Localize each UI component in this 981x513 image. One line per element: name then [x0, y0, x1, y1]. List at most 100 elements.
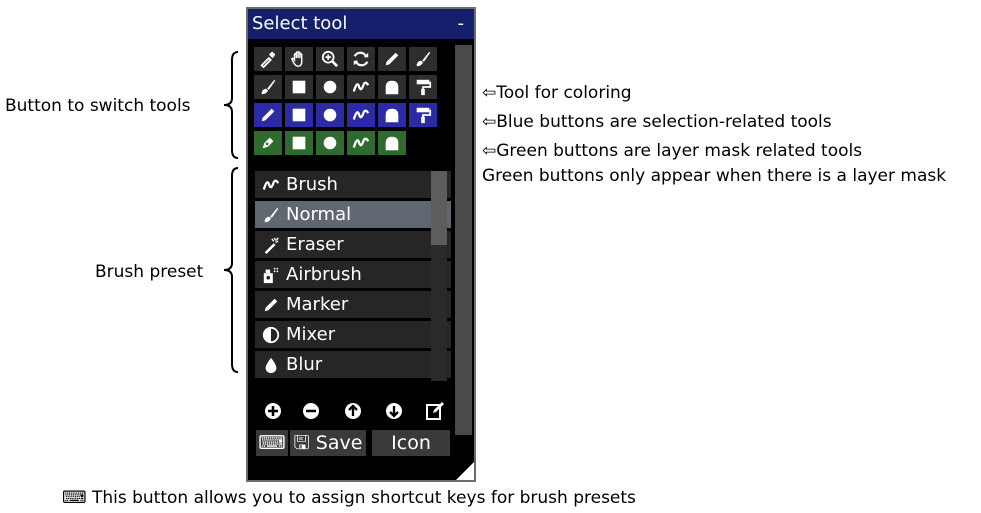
save-button[interactable]: 🖫 Save: [290, 430, 366, 456]
fill-roller-icon: [416, 79, 432, 96]
plus-circle-icon: [265, 403, 281, 419]
annotation-blue: ⇦Blue buttons are selection-related tool…: [482, 112, 832, 132]
freehand-icon: [262, 179, 280, 190]
shortcut-key-button[interactable]: ⌨: [256, 430, 288, 456]
select-tool-panel: Select tool - Brush Normal Eraser Airbru…: [246, 7, 476, 482]
preset-item-eraser[interactable]: Eraser: [255, 231, 451, 258]
preset-item-mixer[interactable]: Mixer: [255, 321, 451, 348]
mask-freehand-button[interactable]: [347, 131, 375, 155]
preset-scrollbar-thumb[interactable]: [431, 171, 447, 245]
edit-preset-button[interactable]: [420, 399, 450, 423]
mask-shape-button[interactable]: [378, 131, 406, 155]
add-preset-button[interactable]: [258, 399, 288, 423]
shape-icon: [385, 108, 399, 123]
save-icon: 🖫: [293, 432, 310, 454]
circle-icon: [323, 80, 337, 94]
fill-roller-button[interactable]: [409, 75, 437, 99]
circle-button[interactable]: [316, 75, 344, 99]
preset-category-label: Brush: [286, 174, 338, 195]
selection-freehand-button[interactable]: [347, 103, 375, 127]
half-circle-icon: [262, 326, 280, 343]
move-down-button[interactable]: [379, 399, 409, 423]
preset-label: Airbrush: [286, 264, 362, 285]
brush-icon: [261, 79, 276, 95]
selection-fill-button[interactable]: [409, 103, 437, 127]
hand-button[interactable]: [285, 47, 313, 71]
mask-rect-button[interactable]: [285, 131, 313, 155]
preset-item-normal[interactable]: Normal: [255, 201, 451, 228]
circle-icon: [323, 108, 337, 122]
shape-icon: [385, 80, 399, 95]
preset-item-airbrush[interactable]: Airbrush: [255, 261, 451, 288]
arrow-up-circle-icon: [345, 403, 361, 419]
icon-button[interactable]: Icon: [372, 430, 450, 456]
arrow-left-icon: ⇦: [482, 112, 497, 132]
brace-presets: [223, 167, 239, 373]
brush-icon: [416, 51, 431, 67]
keyboard-icon: ⌨: [62, 488, 87, 508]
arrow-down-circle-icon: [386, 403, 402, 419]
preset-item-blur[interactable]: Blur: [255, 351, 451, 378]
minimize-button[interactable]: -: [458, 9, 465, 39]
preset-category-header[interactable]: Brush: [255, 171, 451, 198]
arrow-left-icon: ⇦: [482, 141, 497, 161]
resize-grip-icon[interactable]: [456, 462, 474, 480]
airbrush-icon: [263, 267, 279, 283]
freehand-icon: [352, 81, 370, 92]
preset-item-marker[interactable]: Marker: [255, 291, 451, 318]
arrow-left-icon: ⇦: [482, 83, 497, 103]
annotation-green: ⇦Green buttons are layer mask related to…: [482, 141, 863, 161]
annotation-green-note: Green buttons only appear when there is …: [482, 166, 947, 186]
freehand-icon: [352, 137, 370, 148]
marker-icon: [264, 298, 278, 311]
shape-button[interactable]: [378, 75, 406, 99]
rect-icon: [292, 108, 306, 122]
pencil-icon: [385, 52, 399, 66]
pen-icon: [262, 137, 274, 149]
selection-shape-button[interactable]: [378, 103, 406, 127]
rect-icon: [292, 136, 306, 150]
minus-circle-icon: [303, 403, 319, 419]
mask-pen-button[interactable]: [254, 131, 282, 155]
keyboard-icon: ⌨: [258, 432, 286, 454]
rect-button[interactable]: [285, 75, 313, 99]
selection-circle-button[interactable]: [316, 103, 344, 127]
brush-button[interactable]: [254, 75, 282, 99]
hand-icon: [290, 51, 303, 67]
brace-tools: [223, 51, 239, 159]
rotate-button[interactable]: [347, 47, 375, 71]
brush-button[interactable]: [409, 47, 437, 71]
remove-preset-button[interactable]: [296, 399, 326, 423]
zoom-button[interactable]: [316, 47, 344, 71]
annotation-shortcut: ⌨ This button allows you to assign short…: [62, 488, 636, 508]
move-up-button[interactable]: [338, 399, 368, 423]
eyedropper-button[interactable]: [254, 47, 282, 71]
rotate-icon: [353, 51, 369, 67]
preset-label: Marker: [286, 294, 349, 315]
preset-label: Mixer: [286, 324, 336, 345]
save-label: Save: [315, 432, 363, 454]
pencil-button[interactable]: [378, 47, 406, 71]
rect-icon: [292, 80, 306, 94]
selection-pen-button[interactable]: [254, 103, 282, 127]
panel-title: Select tool: [252, 13, 348, 34]
brush-icon: [264, 207, 279, 222]
mask-circle-button[interactable]: [316, 131, 344, 155]
annotation-brush-preset: Brush preset: [95, 262, 204, 282]
eyedropper-icon: [260, 51, 276, 68]
panel-scrollbar[interactable]: [455, 45, 472, 435]
freehand-button[interactable]: [347, 75, 375, 99]
fill-roller-icon: [416, 107, 432, 124]
shape-icon: [385, 136, 399, 151]
annotation-coloring: ⇦Tool for coloring: [482, 83, 632, 103]
zoom-icon: [321, 50, 339, 68]
preset-label: Eraser: [286, 234, 344, 255]
panel-titlebar[interactable]: Select tool -: [248, 9, 474, 39]
preset-label: Normal: [286, 204, 352, 225]
droplet-icon: [265, 357, 277, 373]
freehand-icon: [352, 109, 370, 120]
selection-rect-button[interactable]: [285, 103, 313, 127]
edit-icon: [426, 402, 444, 420]
eraser-wand-icon: [264, 236, 279, 254]
pen-icon: [261, 108, 275, 122]
